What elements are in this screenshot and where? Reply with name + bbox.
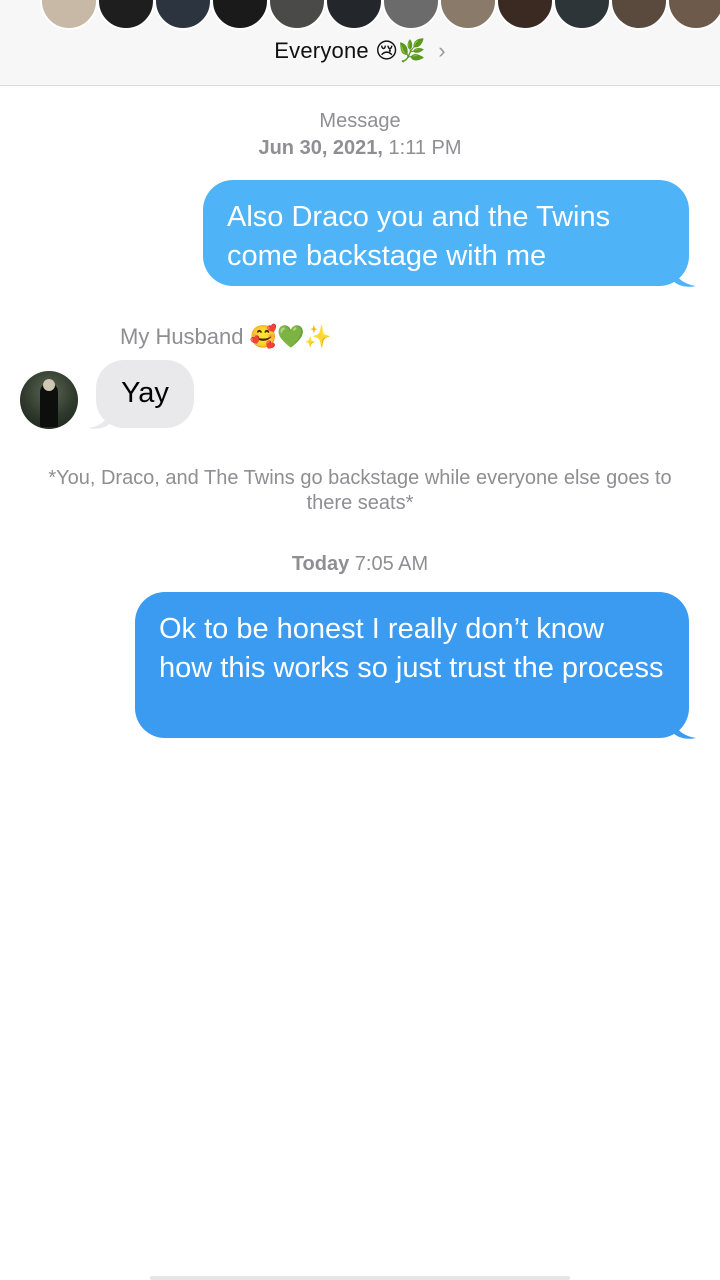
narration-text: *You, Draco, and The Twins go backstage … — [48, 467, 672, 514]
group-name-button[interactable]: Everyone 😢🌿 › — [0, 38, 720, 64]
member-avatar[interactable] — [40, 0, 98, 30]
timestamp-1: Jun 30, 2021, 1:11 PM — [0, 137, 720, 160]
herb-emoji: 🌿 — [398, 39, 426, 64]
avatar-head — [43, 379, 55, 391]
outgoing-message[interactable]: Ok to be honest I really don’t know how … — [135, 592, 689, 738]
member-avatar[interactable] — [553, 0, 611, 30]
member-avatar[interactable] — [496, 0, 554, 30]
timestamp-service-label: Message — [319, 110, 401, 132]
crying-face-emoji: 😢 — [375, 39, 399, 64]
message-text: Yay — [121, 377, 169, 409]
member-avatar[interactable] — [154, 0, 212, 30]
sender-emoji: 🥰💚✨ — [249, 325, 332, 350]
member-avatar[interactable] — [268, 0, 326, 30]
timestamp-1-date: Jun 30, 2021, — [258, 137, 383, 159]
member-avatar[interactable] — [211, 0, 269, 30]
member-avatar[interactable] — [439, 0, 497, 30]
member-avatar[interactable] — [325, 0, 383, 30]
timestamp-2-time: 7:05 AM — [354, 553, 429, 575]
message-text: Also Draco you and the Twins come backst… — [227, 201, 611, 272]
member-avatar[interactable] — [97, 0, 155, 30]
member-avatar[interactable] — [382, 0, 440, 30]
sender-name-label: My Husband — [120, 324, 244, 349]
message-text: Ok to be honest I really don’t know how … — [159, 613, 664, 684]
sender-name: My Husband 🥰💚✨ — [120, 324, 332, 350]
member-avatar[interactable] — [667, 0, 720, 30]
chevron-right-icon: › — [438, 38, 446, 63]
home-indicator — [150, 1276, 570, 1280]
incoming-message[interactable]: Yay — [96, 360, 194, 428]
group-name-label: Everyone — [274, 38, 369, 63]
member-avatars[interactable] — [0, 0, 720, 30]
member-avatar[interactable] — [610, 0, 668, 30]
conversation-header: Everyone 😢🌿 › — [0, 0, 720, 86]
timestamp-1-time: 1:11 PM — [388, 137, 462, 159]
avatar[interactable] — [20, 371, 78, 429]
outgoing-message[interactable]: Also Draco you and the Twins come backst… — [203, 180, 689, 286]
timestamp-2-day: Today — [291, 553, 350, 575]
timestamp-2: Today 7:05 AM — [0, 553, 720, 576]
